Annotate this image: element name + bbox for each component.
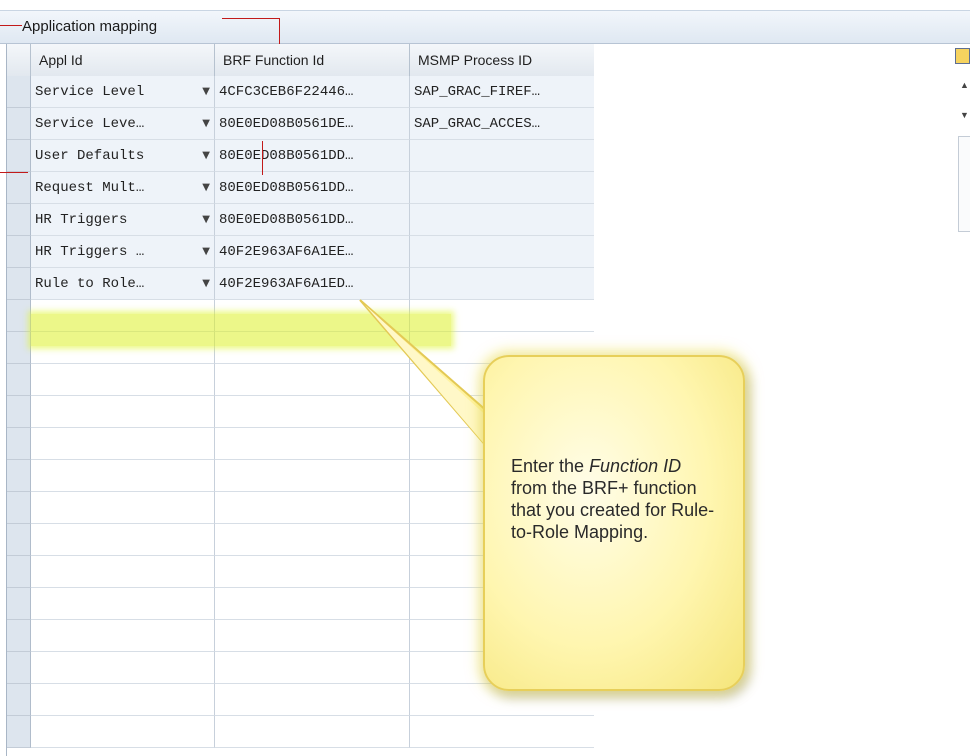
callout-box: Enter the Function ID from the BRF+ func… [483, 355, 745, 691]
callout-text: Enter the Function ID from the BRF+ func… [511, 456, 715, 542]
